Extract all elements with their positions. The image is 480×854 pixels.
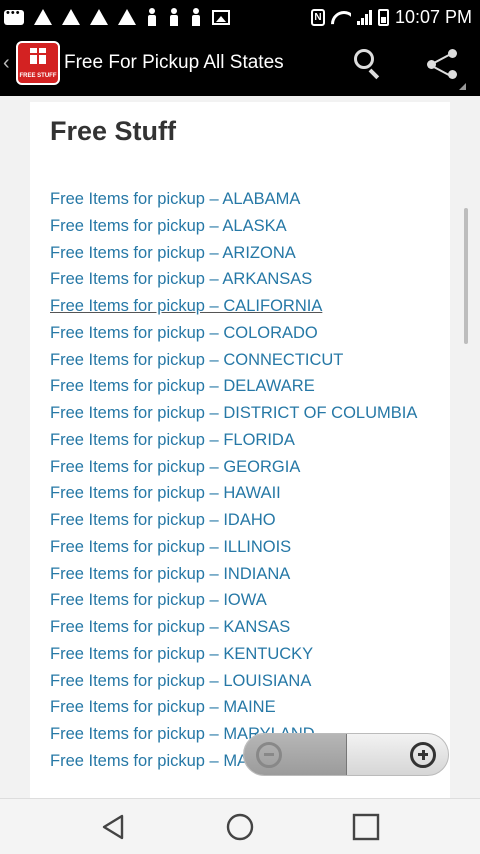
list-item: Free Items for pickup – ALABAMA (50, 186, 430, 213)
nfc-icon: N (310, 8, 325, 26)
zoom-control (243, 733, 449, 776)
gift-icon (30, 48, 46, 64)
status-bar: N 10:07 PM (0, 0, 480, 34)
wifi-icon (331, 9, 351, 25)
recent-apps-button[interactable] (352, 813, 380, 841)
notification-icons (4, 6, 230, 28)
state-link[interactable]: Free Items for pickup – ILLINOIS (50, 534, 430, 561)
chevron-left-icon[interactable]: ‹ (3, 52, 10, 75)
list-item: Free Items for pickup – DELAWARE (50, 373, 430, 400)
state-link[interactable]: Free Items for pickup – HAWAII (50, 480, 430, 507)
person-icon (190, 8, 202, 26)
list-item: Free Items for pickup – KANSAS (50, 614, 430, 641)
app-title: Free For Pickup All States (64, 52, 284, 73)
search-icon (354, 49, 374, 69)
list-item: Free Items for pickup – ARIZONA (50, 240, 430, 267)
battery-icon (377, 8, 389, 26)
tree-icon (118, 9, 136, 25)
zoom-out-button[interactable] (244, 734, 347, 775)
tree-icon (62, 9, 80, 25)
state-link[interactable]: Free Items for pickup – KENTUCKY (50, 641, 430, 668)
list-item: Free Items for pickup – IOWA (50, 587, 430, 614)
article-page: Free Stuff Free Items for pickup – ALABA… (30, 102, 450, 798)
state-link[interactable]: Free Items for pickup – IDAHO (50, 507, 430, 534)
person-icon (168, 8, 180, 26)
state-list: Free Items for pickup – ALABAMA Free Item… (50, 186, 430, 775)
zoom-out-icon (256, 742, 282, 768)
person-icon (146, 8, 158, 26)
state-link[interactable]: Free Items for pickup – INDIANA (50, 561, 430, 588)
list-item: Free Items for pickup – CALIFORNIA (50, 293, 430, 320)
state-link[interactable]: Free Items for pickup – GEORGIA (50, 454, 430, 481)
state-link[interactable]: Free Items for pickup – DELAWARE (50, 373, 430, 400)
system-icons: N 10:07 PM (310, 5, 472, 29)
logo-text: FREE STUFF (19, 73, 57, 79)
back-button[interactable] (100, 813, 128, 841)
list-item: Free Items for pickup – COLORADO (50, 320, 430, 347)
webview-content[interactable]: Free Stuff Free Items for pickup – ALABA… (0, 96, 480, 798)
tree-icon (34, 9, 52, 25)
list-item: Free Items for pickup – INDIANA (50, 561, 430, 588)
state-link[interactable]: Free Items for pickup – CALIFORNIA (50, 293, 430, 320)
app-bar: ‹ FREE STUFF Free For Pickup All States (0, 34, 480, 96)
state-link[interactable]: Free Items for pickup – COLORADO (50, 320, 430, 347)
chat-icon (4, 7, 24, 25)
navigation-bar (0, 798, 480, 854)
state-link[interactable]: Free Items for pickup – DISTRICT OF COLU… (50, 400, 430, 427)
state-link[interactable]: Free Items for pickup – ARKANSAS (50, 266, 430, 293)
list-item: Free Items for pickup – CONNECTICUT (50, 347, 430, 374)
state-link[interactable]: Free Items for pickup – ALASKA (50, 213, 430, 240)
search-button[interactable] (350, 46, 386, 82)
overflow-indicator-icon (459, 83, 466, 90)
list-item: Free Items for pickup – IDAHO (50, 507, 430, 534)
list-item: Free Items for pickup – ILLINOIS (50, 534, 430, 561)
list-item: Free Items for pickup – HAWAII (50, 480, 430, 507)
list-item: Free Items for pickup – GEORGIA (50, 454, 430, 481)
list-item: Free Items for pickup – ARKANSAS (50, 266, 430, 293)
share-button[interactable] (424, 46, 460, 82)
home-circle-icon (226, 813, 254, 841)
state-link[interactable]: Free Items for pickup – CONNECTICUT (50, 347, 430, 374)
scrollbar-thumb[interactable] (464, 208, 468, 344)
list-item: Free Items for pickup – DISTRICT OF COLU… (50, 400, 430, 427)
state-link[interactable]: Free Items for pickup – LOUISIANA (50, 668, 430, 695)
recent-apps-square-icon (352, 813, 380, 841)
zoom-in-button[interactable] (410, 742, 436, 768)
list-item: Free Items for pickup – KENTUCKY (50, 641, 430, 668)
state-link[interactable]: Free Items for pickup – ARIZONA (50, 240, 430, 267)
status-time: 10:07 PM (394, 6, 472, 27)
state-link[interactable]: Free Items for pickup – IOWA (50, 587, 430, 614)
image-icon (212, 9, 230, 25)
app-logo[interactable]: FREE STUFF (16, 41, 60, 85)
signal-icon (356, 9, 372, 25)
state-link[interactable]: Free Items for pickup – ALABAMA (50, 186, 430, 213)
state-link[interactable]: Free Items for pickup – KANSAS (50, 614, 430, 641)
tree-icon (90, 9, 108, 25)
list-item: Free Items for pickup – FLORIDA (50, 427, 430, 454)
list-item: Free Items for pickup – MAINE (50, 694, 430, 721)
list-item: Free Items for pickup – ALASKA (50, 213, 430, 240)
home-button[interactable] (225, 812, 255, 842)
list-item: Free Items for pickup – LOUISIANA (50, 668, 430, 695)
state-link[interactable]: Free Items for pickup – FLORIDA (50, 427, 430, 454)
state-link[interactable]: Free Items for pickup – MAINE (50, 694, 430, 721)
back-triangle-icon (102, 814, 124, 840)
page-title: Free Stuff (50, 116, 177, 146)
